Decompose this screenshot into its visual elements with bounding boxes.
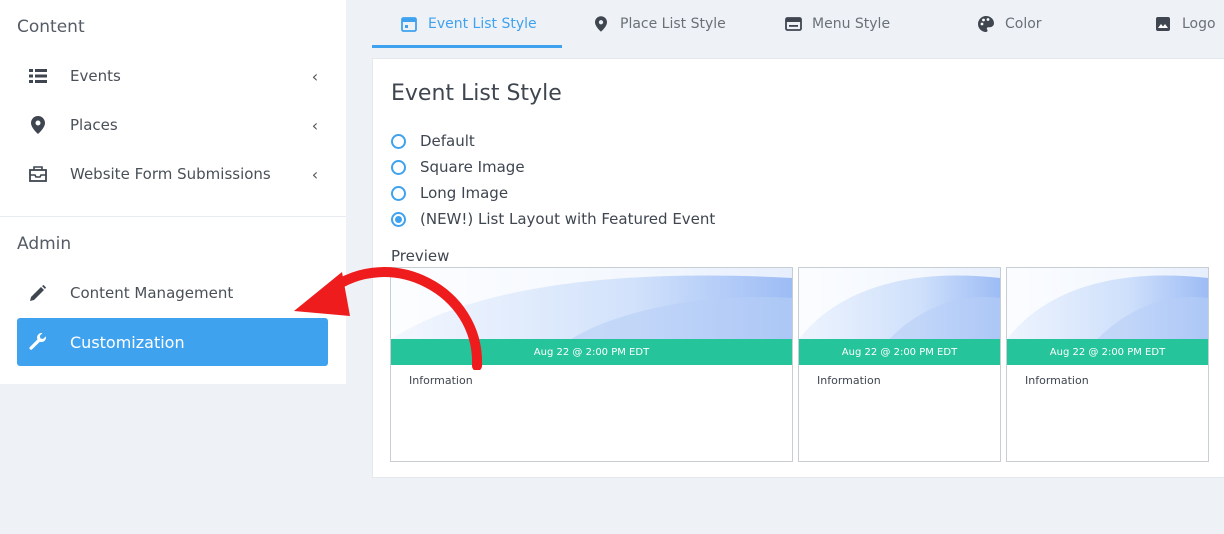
radio-option-square-image[interactable]: Square Image xyxy=(391,158,525,176)
radio-label: Default xyxy=(420,132,475,150)
radio-button[interactable] xyxy=(391,133,406,149)
event-date-band: Aug 22 @ 2:00 PM EDT xyxy=(1007,339,1208,365)
chevron-left-icon: ‹ xyxy=(311,115,319,135)
sidebar-item-form-submissions[interactable]: Website Form Submissions ‹ xyxy=(17,152,328,196)
tab-label: Place List Style xyxy=(620,16,726,32)
tab-label: Event List Style xyxy=(428,16,537,32)
pencil-icon xyxy=(26,281,50,305)
event-information: Information xyxy=(1025,374,1089,387)
sidebar-item-label: Places xyxy=(70,116,118,134)
tab-menu-style[interactable]: Menu Style xyxy=(784,0,890,48)
sidebar-item-places[interactable]: Places ‹ xyxy=(17,103,328,147)
calendar-icon xyxy=(400,15,418,33)
radio-option-default[interactable]: Default xyxy=(391,132,475,150)
wrench-icon xyxy=(26,330,50,354)
radio-button[interactable] xyxy=(391,185,406,201)
event-information: Information xyxy=(409,374,473,387)
tab-logo[interactable]: Logo xyxy=(1154,0,1216,48)
radio-label: Square Image xyxy=(420,158,525,176)
event-information: Information xyxy=(817,374,881,387)
sidebar-divider xyxy=(0,216,346,217)
tab-bar: Event List Style Place List Style Menu S… xyxy=(372,0,1224,48)
chevron-left-icon: ‹ xyxy=(311,164,319,184)
palette-icon xyxy=(977,15,995,33)
sidebar-item-events[interactable]: Events ‹ xyxy=(17,54,328,98)
preview-card: Aug 22 @ 2:00 PM EDT Information xyxy=(1006,267,1209,462)
event-date-band: Aug 22 @ 2:00 PM EDT xyxy=(799,339,1000,365)
tab-color[interactable]: Color xyxy=(977,0,1042,48)
tab-label: Logo xyxy=(1182,16,1216,32)
active-tab-indicator xyxy=(372,45,562,48)
preview-image xyxy=(799,268,1000,339)
radio-label: (NEW!) List Layout with Featured Event xyxy=(420,210,716,228)
sidebar-item-label: Website Form Submissions xyxy=(70,165,271,183)
image-icon xyxy=(1154,15,1172,33)
event-list-style-panel: Event List Style Default Square Image Lo… xyxy=(372,58,1224,478)
preview-image xyxy=(1007,268,1208,339)
list-icon xyxy=(26,64,50,88)
tab-label: Color xyxy=(1005,16,1042,32)
map-pin-icon xyxy=(592,15,610,33)
tab-event-list-style[interactable]: Event List Style xyxy=(400,0,537,48)
radio-button[interactable] xyxy=(391,159,406,175)
menu-window-icon xyxy=(784,15,802,33)
content-section-title: Content xyxy=(17,17,85,37)
map-pin-icon xyxy=(26,113,50,137)
sidebar-item-label: Events xyxy=(70,67,121,85)
preview-card: Aug 22 @ 2:00 PM EDT Information xyxy=(798,267,1001,462)
tab-label: Menu Style xyxy=(812,16,891,32)
radio-option-list-layout-featured[interactable]: (NEW!) List Layout with Featured Event xyxy=(391,210,715,228)
panel-title: Event List Style xyxy=(391,81,562,106)
radio-label: Long Image xyxy=(420,184,509,202)
admin-section-title: Admin xyxy=(17,234,72,254)
inbox-icon xyxy=(26,162,50,186)
tab-place-list-style[interactable]: Place List Style xyxy=(592,0,726,48)
radio-button-selected[interactable] xyxy=(391,211,406,227)
chevron-left-icon: ‹ xyxy=(311,66,319,86)
radio-option-long-image[interactable]: Long Image xyxy=(391,184,508,202)
annotation-arrow-icon xyxy=(294,267,483,370)
